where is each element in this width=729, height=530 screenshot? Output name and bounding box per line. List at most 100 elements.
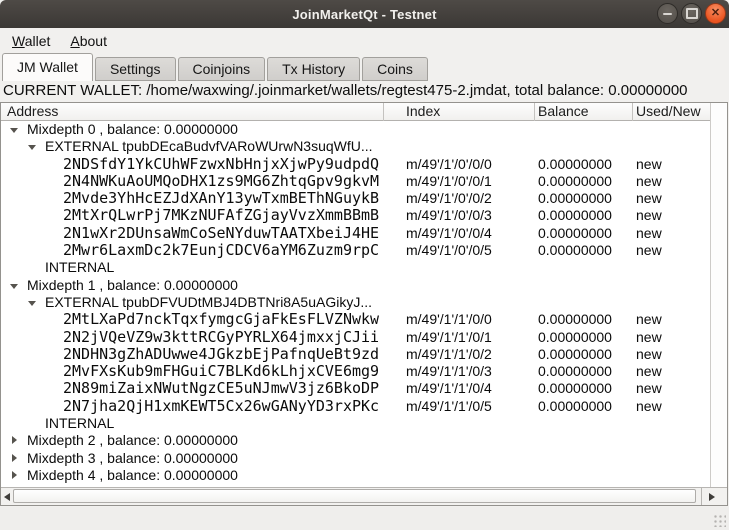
scroll-right-button[interactable] [701,488,727,505]
expander-icon[interactable] [9,121,27,138]
tree-row[interactable]: INTERNAL [1,259,727,276]
menu-wallet[interactable]: Wallet [9,31,53,51]
tab-tx-history[interactable]: Tx History [267,57,360,81]
expander-icon[interactable] [9,432,27,449]
tree-cell-text: EXTERNAL tpubDEcaBudvfVARoWUrwN3suqWfU..… [45,138,373,155]
tree-cell-address: Mixdepth 1 , balance: 0.00000000 [1,277,391,294]
tree-row[interactable]: 2N89miZaixNWutNgzCE5uNJmwV3jz6BkoDP m/49… [1,380,727,397]
tree-cell-status: new [636,380,708,397]
expander-icon [45,156,63,173]
horizontal-scrollbar[interactable] [1,487,727,505]
tree-row[interactable]: Mixdepth 0 , balance: 0.00000000 [1,121,727,138]
tree-cell-text: 2NDSfdY1YkCUhWFzwxNbHnjxXjwPy9udpdQ [63,156,379,173]
tree-cell-index: m/49'/1'/1'/0/1 [406,329,534,346]
close-button[interactable]: ✕ [705,3,726,24]
tree-cell-balance: 0.00000000 [538,207,632,224]
tree-row[interactable]: Mixdepth 3 , balance: 0.00000000 [1,450,727,467]
tree-row[interactable]: 2MtXrQLwrPj7MKzNUFAfZGjayVvzXmmBBmB m/49… [1,207,727,224]
tree-row[interactable]: 2N7jha2QjH1xmKEWT5Cx26wGANyYD3rxPKc m/49… [1,398,727,415]
tree-cell-text: 2Mwr6LaxmDc2k7EunjCDCV6aYM6Zuzm9rpC [63,242,379,259]
wallet-tree: Address Index Balance Used/New Mixdepth … [0,102,728,506]
tree-cell-status: new [636,173,708,190]
tree-cell-balance: 0.00000000 [538,346,632,363]
tree-row[interactable]: 2NDSfdY1YkCUhWFzwxNbHnjxXjwPy9udpdQ m/49… [1,156,727,173]
tree-cell-index: m/49'/1'/1'/0/2 [406,346,534,363]
tree-row[interactable]: 2MtLXaPd7nckTqxfymgcGjaFkEsFLVZNwkw m/49… [1,311,727,328]
tree-cell-address: 2N7jha2QjH1xmKEWT5Cx26wGANyYD3rxPKc [1,398,427,415]
tree-row[interactable]: Mixdepth 1 , balance: 0.00000000 [1,277,727,294]
tree-cell-address: Mixdepth 0 , balance: 0.00000000 [1,121,391,138]
expander-icon [27,260,45,277]
tree-cell-text: Mixdepth 1 , balance: 0.00000000 [27,277,238,294]
menu-about[interactable]: About [67,31,110,51]
column-header-used-new[interactable]: Used/New [636,103,708,120]
scrollbar-thumb[interactable] [13,489,696,503]
tree-cell-address: 2MvFXsKub9mFHGuiC7BLKd6kLhjxCVE6mg9 [1,363,427,380]
tree-cell-balance: 0.00000000 [538,190,632,207]
tree-cell-text: 2N4NWKuAoUMQoDHX1zs9MG6ZhtqGpv9gkvM [63,173,379,190]
resize-grip[interactable] [712,513,726,527]
tree-cell-address: 2N4NWKuAoUMQoDHX1zs9MG6ZhtqGpv9gkvM [1,173,427,190]
tree-cell-index: m/49'/1'/0'/0/0 [406,156,534,173]
tree-row[interactable]: 2Mvde3YhHcEZJdXAnY13ywTxmBEThNGuykB m/49… [1,190,727,207]
tree-cell-balance: 0.00000000 [538,380,632,397]
tree-cell-text: 2NDHN3gZhADUwwe4JGkzbEjPafnqUeBt9zd [63,346,379,363]
tree-row[interactable]: EXTERNAL tpubDFVUDtMBJ4DBTNri8A5uAGikyJ.… [1,294,727,311]
expander-icon [45,381,63,398]
expander-icon [45,190,63,207]
expander-icon[interactable] [9,450,27,467]
title-bar[interactable]: JoinMarketQt - Testnet ✕ [0,0,729,28]
tab-bar: JM Wallet Settings Coinjoins Tx History … [2,53,729,81]
expander-icon [45,225,63,242]
tree-row[interactable]: 2Mwr6LaxmDc2k7EunjCDCV6aYM6Zuzm9rpC m/49… [1,242,727,259]
tree-cell-text: 2MvFXsKub9mFHGuiC7BLKd6kLhjxCVE6mg9 [63,363,379,380]
expander-icon [45,398,63,415]
tree-cell-balance: 0.00000000 [538,173,632,190]
tree-cell-index: m/49'/1'/0'/0/3 [406,207,534,224]
column-divider[interactable] [383,103,384,121]
tree-row[interactable]: EXTERNAL tpubDEcaBudvfVARoWUrwN3suqWfU..… [1,138,727,155]
tab-jm-wallet[interactable]: JM Wallet [2,53,93,81]
expander-icon[interactable] [27,294,45,311]
expander-icon [45,208,63,225]
expander-icon[interactable] [27,138,45,155]
tree-row[interactable]: 2N2jVQeVZ9w3kttRCGyPYRLX64jmxxjCJii m/49… [1,329,727,346]
minimize-button[interactable] [657,3,678,24]
tree-cell-address: Mixdepth 3 , balance: 0.00000000 [1,450,391,467]
column-header-address[interactable]: Address [7,103,377,120]
tab-settings[interactable]: Settings [95,57,176,81]
expander-icon [45,242,63,259]
tab-coins[interactable]: Coins [362,57,428,81]
expander-icon[interactable] [9,277,27,294]
tree-cell-status: new [636,190,708,207]
maximize-button[interactable] [681,3,702,24]
close-icon: ✕ [711,8,720,19]
column-header-balance[interactable]: Balance [538,103,628,120]
tree-row[interactable]: 2NDHN3gZhADUwwe4JGkzbEjPafnqUeBt9zd m/49… [1,346,727,363]
tree-cell-index: m/49'/1'/0'/0/1 [406,173,534,190]
column-header-index[interactable]: Index [406,103,526,120]
tree-cell-status: new [636,225,708,242]
tree-row[interactable]: INTERNAL [1,415,727,432]
tree-row[interactable]: Mixdepth 4 , balance: 0.00000000 [1,467,727,484]
column-divider[interactable] [632,103,633,121]
tab-coinjoins[interactable]: Coinjoins [178,57,266,81]
tree-cell-text: 2N7jha2QjH1xmKEWT5Cx26wGANyYD3rxPKc [63,398,379,415]
tree-cell-text: Mixdepth 2 , balance: 0.00000000 [27,432,238,449]
tree-cell-address: 2N1wXr2DUnsaWmCoSeNYduwTAATXbeiJ4HE [1,225,427,242]
tree-row[interactable]: 2N4NWKuAoUMQoDHX1zs9MG6ZhtqGpv9gkvM m/49… [1,173,727,190]
scroll-left-button[interactable] [1,488,13,505]
tree-cell-address: 2MtXrQLwrPj7MKzNUFAfZGjayVvzXmmBBmB [1,207,427,224]
tree-row[interactable]: 2N1wXr2DUnsaWmCoSeNYduwTAATXbeiJ4HE m/49… [1,225,727,242]
vertical-scrollbar-track[interactable] [710,103,727,487]
expander-icon [45,311,63,328]
tree-row[interactable]: 2MvFXsKub9mFHGuiC7BLKd6kLhjxCVE6mg9 m/49… [1,363,727,380]
tree-cell-address: 2N89miZaixNWutNgzCE5uNJmwV3jz6BkoDP [1,380,427,397]
minimize-icon [663,13,672,15]
tree-row[interactable]: Mixdepth 2 , balance: 0.00000000 [1,432,727,449]
expander-icon [45,346,63,363]
tree-cell-index: m/49'/1'/0'/0/5 [406,242,534,259]
column-divider[interactable] [534,103,535,121]
tree-cell-status: new [636,346,708,363]
expander-icon[interactable] [9,467,27,484]
